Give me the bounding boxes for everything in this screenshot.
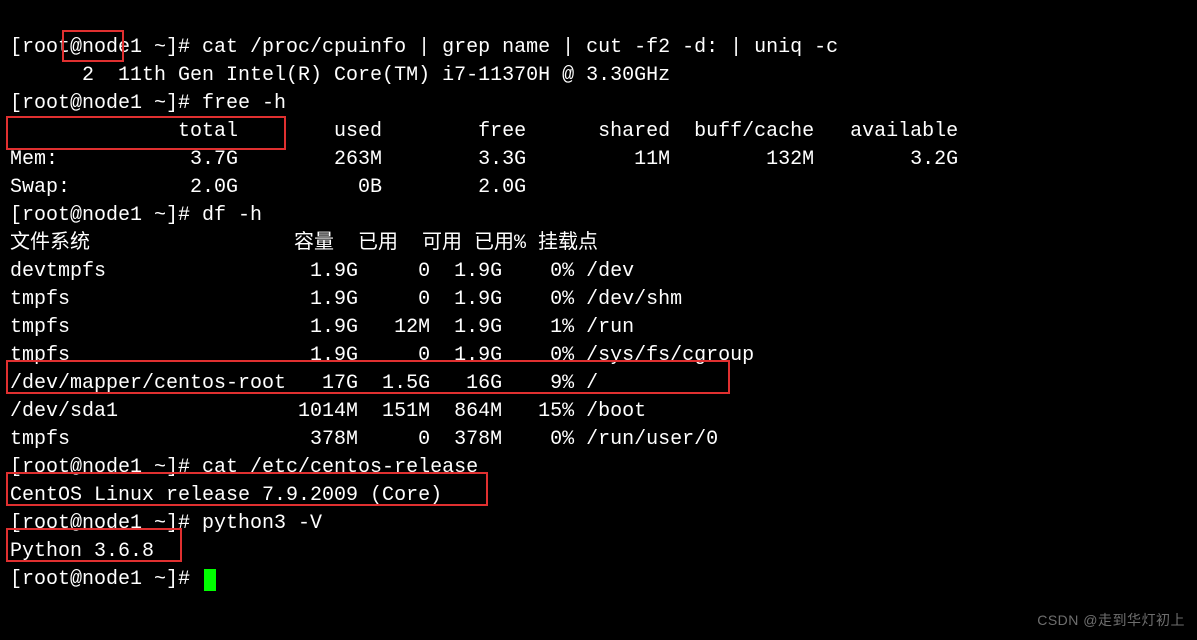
cmd-centos: cat /etc/centos-release [202, 456, 478, 479]
out-df-row: tmpfs 1.9G 12M 1.9G 1% /run [10, 316, 634, 339]
cmd-cpuinfo: cat /proc/cpuinfo | grep name | cut -f2 … [202, 36, 838, 59]
terminal-output: [root@node1 ~]# cat /proc/cpuinfo | grep… [0, 0, 1197, 600]
out-centos: CentOS Linux release 7.9.2009 (Core) [10, 484, 442, 507]
prompt: [root@node1 ~]# [10, 456, 202, 479]
out-free-mem: Mem: 3.7G 263M 3.3G 11M 132M 3.2G [10, 148, 958, 171]
out-df-header: 文件系统 容量 已用 可用 已用% 挂载点 [10, 232, 598, 255]
prompt: [root@node1 ~]# [10, 568, 202, 591]
out-python: Python 3.6.8 [10, 540, 154, 563]
cmd-free: free -h [202, 92, 286, 115]
out-df-row: devtmpfs 1.9G 0 1.9G 0% /dev [10, 260, 634, 283]
out-df-row: tmpfs 1.9G 0 1.9G 0% /dev/shm [10, 288, 682, 311]
out-df-row: /dev/mapper/centos-root 17G 1.5G 16G 9% … [10, 372, 598, 395]
prompt: [root@node1 ~]# [10, 92, 202, 115]
out-free-swap: Swap: 2.0G 0B 2.0G [10, 176, 526, 199]
out-df-row: /dev/sda1 1014M 151M 864M 15% /boot [10, 400, 646, 423]
out-df-row: tmpfs 378M 0 378M 0% /run/user/0 [10, 428, 718, 451]
cursor-icon[interactable] [204, 569, 216, 591]
prompt: [root@node1 ~]# [10, 36, 202, 59]
watermark: CSDN @走到华灯初上 [1037, 606, 1185, 634]
prompt: [root@node1 ~]# [10, 512, 202, 535]
out-cpuinfo: 2 11th Gen Intel(R) Core(TM) i7-11370H @… [10, 64, 670, 87]
cmd-df: df -h [202, 204, 262, 227]
prompt: [root@node1 ~]# [10, 204, 202, 227]
out-free-header: total used free shared buff/cache availa… [10, 120, 958, 143]
out-df-row: tmpfs 1.9G 0 1.9G 0% /sys/fs/cgroup [10, 344, 754, 367]
cmd-python: python3 -V [202, 512, 322, 535]
